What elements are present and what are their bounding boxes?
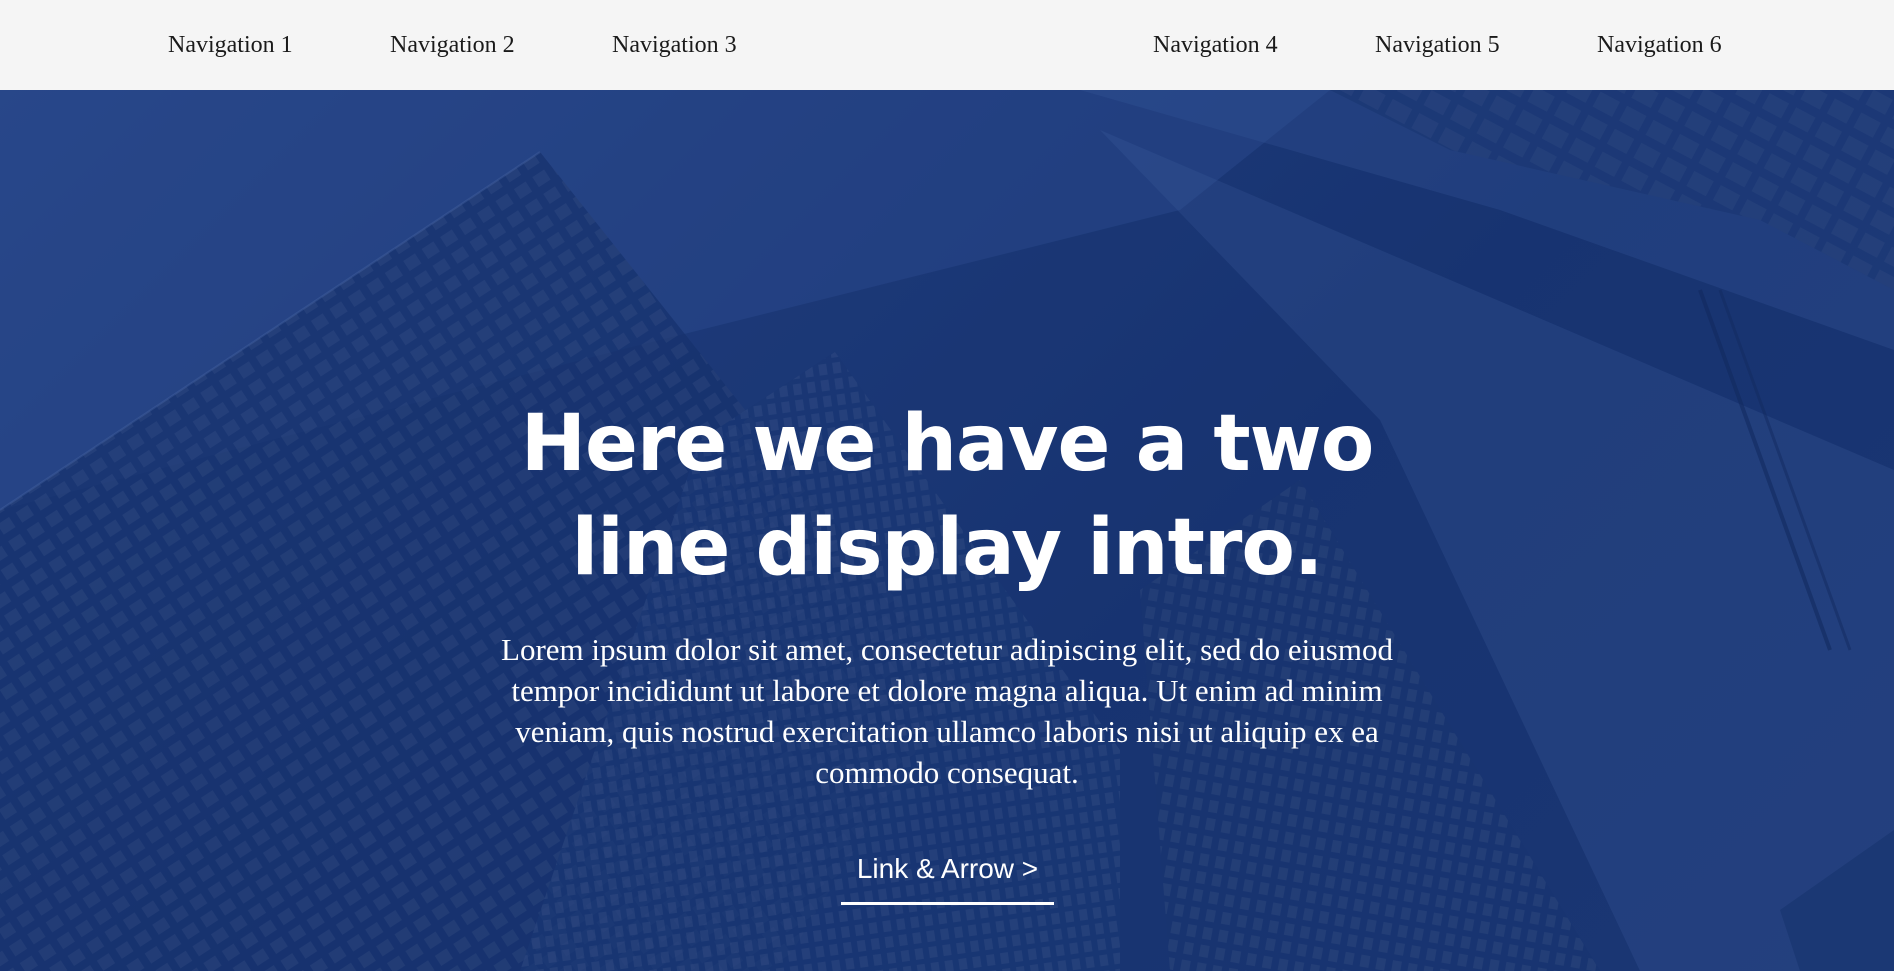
nav-link-1[interactable]: Navigation 1 bbox=[168, 29, 293, 61]
nav-link-2[interactable]: Navigation 2 bbox=[390, 29, 515, 61]
nav-link-4[interactable]: Navigation 4 bbox=[1153, 29, 1278, 61]
hero-section: Here we have a two line display intro. L… bbox=[0, 90, 1894, 971]
hero-heading: Here we have a two line display intro. bbox=[520, 399, 1375, 593]
hero-description: Lorem ipsum dolor sit amet, consectetur … bbox=[501, 632, 1393, 790]
nav-link-6[interactable]: Navigation 6 bbox=[1597, 29, 1722, 61]
link-arrow-button[interactable]: Link & Arrow > bbox=[841, 849, 1054, 905]
top-navigation-bar: Navigation 1 Navigation 2 Navigation 3 N… bbox=[0, 0, 1894, 90]
nav-link-3[interactable]: Navigation 3 bbox=[612, 29, 737, 61]
nav-link-5[interactable]: Navigation 5 bbox=[1375, 29, 1500, 61]
